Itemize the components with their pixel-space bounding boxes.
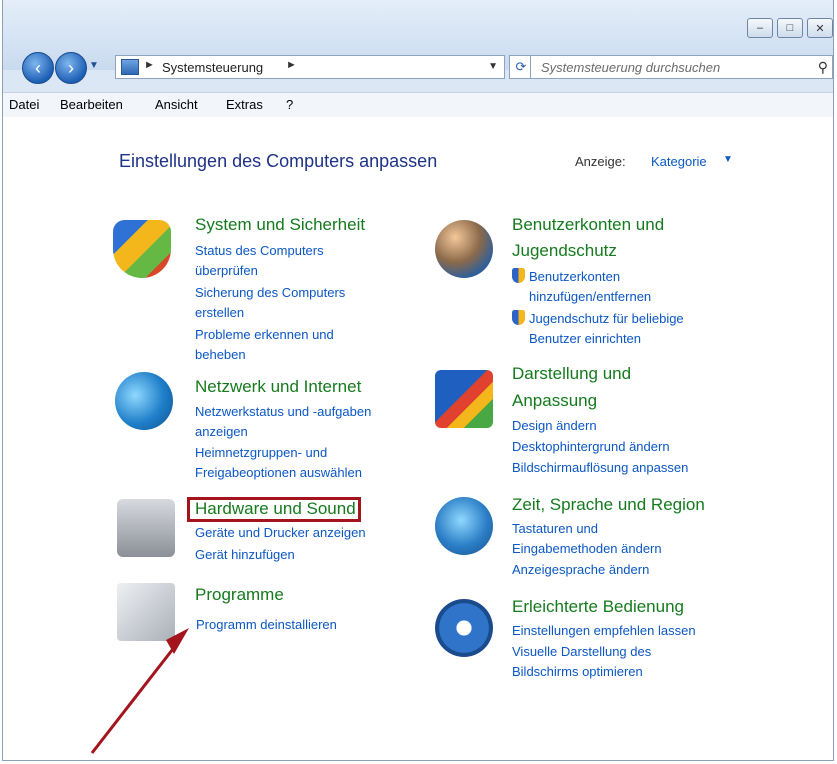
annotation-arrow	[90, 628, 189, 754]
